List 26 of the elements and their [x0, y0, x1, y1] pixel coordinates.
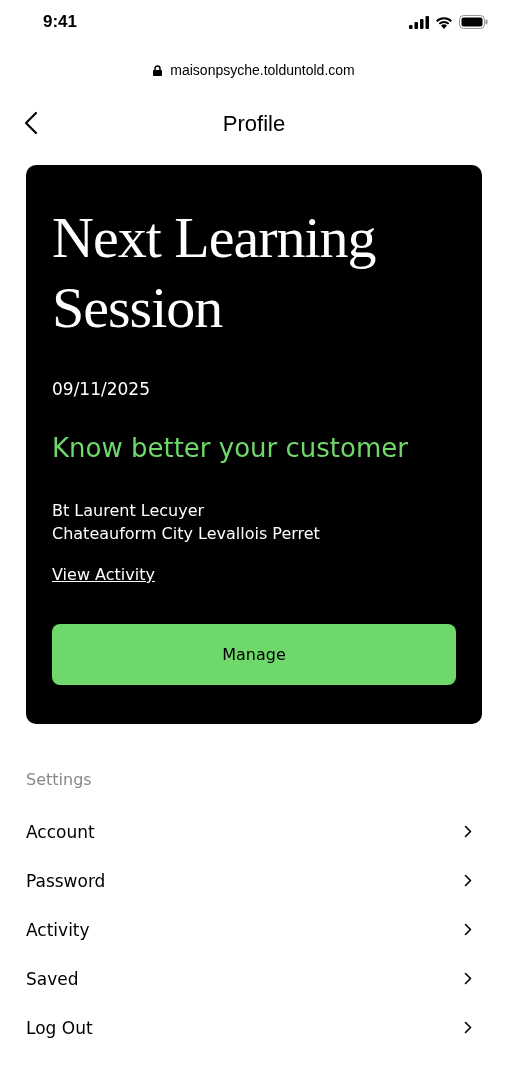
session-headline: Know better your customer [52, 433, 409, 463]
view-activity-link[interactable]: View Activity [52, 565, 155, 584]
back-button[interactable] [24, 111, 38, 135]
chevron-icon [464, 972, 472, 985]
settings-item[interactable]: Password [26, 856, 482, 905]
status-time: 9:41 [43, 12, 78, 32]
chevron-icon [464, 923, 472, 936]
settings-item[interactable]: Account [26, 807, 482, 856]
session-title: Next Learning Session [52, 204, 377, 342]
url-text[interactable]: maisonpsyche.tolduntold.com [170, 62, 355, 78]
settings-item[interactable]: Log Out [26, 1003, 482, 1052]
manage-button[interactable]: Manage [52, 624, 456, 685]
wifi-icon [435, 15, 453, 29]
session-detail: Bt Laurent Lecuyer [52, 500, 206, 522]
session-detail: Chateauform City Levallois Perret [52, 523, 321, 545]
chevron-icon [464, 825, 472, 838]
session-date: 09/11/2025 [52, 379, 151, 399]
settings-heading: Settings [26, 770, 93, 791]
chevron-icon [464, 1021, 472, 1034]
lock-icon [153, 64, 163, 76]
settings-item[interactable]: Activity [26, 905, 482, 954]
signal-icon [409, 15, 429, 29]
battery-icon [459, 15, 488, 29]
page-title: Profile [222, 111, 286, 137]
chevron-icon [464, 874, 472, 887]
settings-item[interactable]: Saved [26, 954, 482, 1003]
